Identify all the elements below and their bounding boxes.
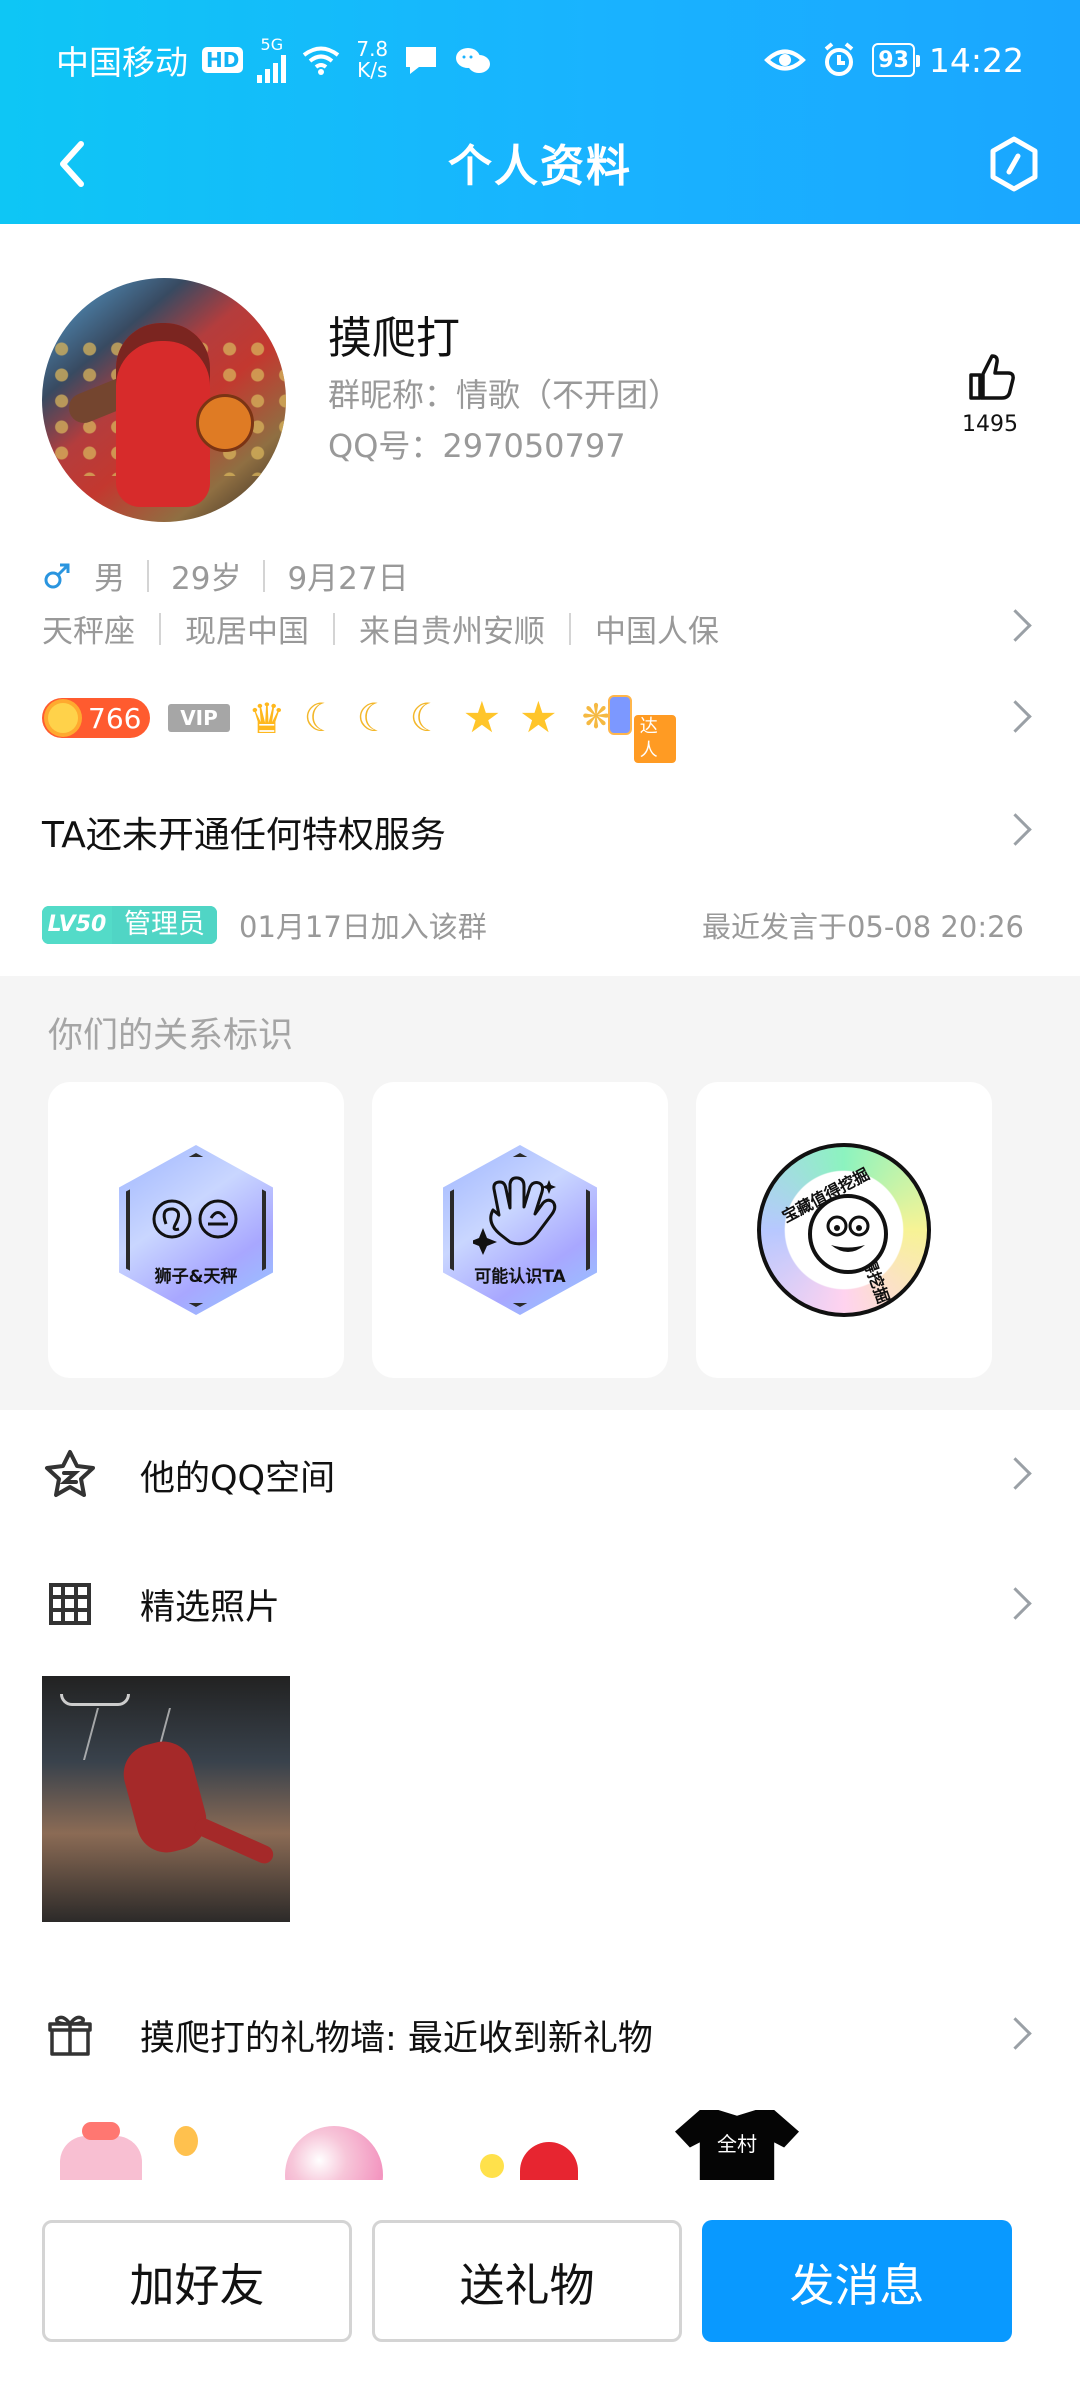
group-nickname: 群昵称：情歌（不开团） (328, 376, 681, 414)
gift-wall-label: 摸爬打的礼物墙: 最近收到新礼物 (140, 2018, 653, 2059)
gift-small-icon (480, 2154, 504, 2178)
relationship-card[interactable]: 狮子&天秤 (48, 1082, 344, 1378)
gift-preview-row[interactable]: 全村 (0, 2108, 1080, 2180)
vip-badge: VIP (168, 704, 230, 732)
moon-icon: ☾ (303, 695, 339, 741)
gift-wall-chevron-icon[interactable] (1004, 2017, 1026, 2051)
moon-icon: ☾ (356, 695, 392, 741)
group-member-info: LV50 管理员 01月17日加入该群 最近发言于05-08 20:26 (42, 902, 1038, 948)
wechat-icon (456, 48, 491, 73)
profile-screen: 中国移动 HD 5G 7.8 K/s 93 14:22 个人资料 摸爬打 群昵称… (0, 0, 1080, 2388)
current-location: 现居中国 (185, 614, 309, 650)
qq-space-label: 他的QQ空间 (140, 1458, 336, 1499)
featured-photo-thumbnail[interactable] (42, 1676, 290, 1922)
relationship-label: 可能认识TA (474, 1267, 566, 1287)
gift-ball-icon (285, 2126, 383, 2180)
leo-libra-symbols-icon (152, 1199, 238, 1239)
group-level-tag: LV50 管理员 (42, 906, 217, 944)
age: 29岁 (171, 561, 242, 597)
page-title: 个人资料 (448, 141, 632, 192)
male-icon (44, 563, 70, 588)
zodiac-relation-icon: 狮子&天秤 (119, 1145, 273, 1315)
relationship-card[interactable]: 宝藏值得挖掘 宝藏值得挖掘 (696, 1082, 992, 1378)
send-gift-button[interactable]: 送礼物 (372, 2220, 682, 2342)
hd-icon: HD (202, 47, 244, 73)
nav-bar: 个人资料 (0, 118, 1080, 208)
badges-chevron-icon[interactable] (1004, 700, 1026, 734)
add-friend-button[interactable]: 加好友 (42, 2220, 352, 2342)
qq-number: QQ号：297050797 (328, 427, 626, 465)
gender: 男 (94, 561, 125, 597)
status-left: 中国移动 HD 5G 7.8 K/s (56, 36, 492, 84)
basic-info-row: 男 29岁 9月27日 (42, 553, 409, 598)
birthday: 9月27日 (287, 561, 409, 597)
eye-icon (764, 49, 807, 71)
gift-hat-icon (520, 2142, 578, 2180)
user-avatar[interactable] (42, 278, 286, 522)
smiling-face-icon (808, 1194, 888, 1274)
battery-icon: 93 (872, 43, 920, 77)
recent-speak-time: 最近发言于05-08 20:26 (701, 910, 1024, 944)
status-bar: 中国移动 HD 5G 7.8 K/s 93 14:22 (56, 30, 1024, 90)
privilege-status[interactable]: TA还未开通任何特权服务 (42, 806, 446, 858)
gift-shirt-icon: 全村 (675, 2110, 799, 2180)
thumbs-up-icon (969, 354, 1015, 400)
qq-space-item[interactable]: 他的QQ空间 (42, 1440, 335, 1510)
gift-wall-item[interactable]: 摸爬打的礼物墙: 最近收到新礼物 (42, 2000, 653, 2070)
star-icon: ★ (462, 693, 502, 743)
alarm-icon (824, 42, 854, 76)
crown-icon: ♛ (248, 693, 286, 743)
chat-notification-icon (406, 47, 437, 74)
bottom-action-bar: 加好友 送礼物 发消息 (0, 2198, 1080, 2388)
gift-jar-icon (60, 2122, 142, 2180)
app-header: 中国移动 HD 5G 7.8 K/s 93 14:22 个人资料 (0, 0, 1080, 224)
details-chevron-icon[interactable] (1004, 609, 1026, 643)
gift-icon (42, 2007, 98, 2063)
profile-settings-button[interactable] (978, 128, 1050, 200)
star-icon: ★ (519, 693, 558, 743)
relationship-label: 狮子&天秤 (154, 1267, 238, 1287)
carrier-name: 中国移动 (56, 43, 188, 82)
hometown: 来自贵州安顺 (359, 614, 545, 650)
badge-row[interactable]: 766 VIP ♛ ☾ ☾ ☾ ★ ★ ❋ 达人 (42, 693, 676, 763)
send-message-button[interactable]: 发消息 (702, 2220, 1012, 2342)
gift-decoration-icon (174, 2126, 198, 2156)
profile-name: 摸爬打 (328, 313, 460, 364)
featured-photos-label: 精选照片 (140, 1587, 281, 1628)
wifi-icon (303, 46, 340, 75)
like-button[interactable]: 1495 (948, 352, 1032, 437)
qq-space-chevron-icon[interactable] (1004, 1457, 1026, 1491)
possible-acquaintance-icon: 可能认识TA (443, 1145, 597, 1315)
status-right: 93 14:22 (764, 41, 1024, 80)
expert-badge: ❋ 达人 (576, 693, 676, 763)
treasure-relation-icon: 宝藏值得挖掘 宝藏值得挖掘 (757, 1143, 931, 1317)
featured-photos-item[interactable]: 精选照片 (42, 1569, 280, 1639)
battery-level: 93 (878, 47, 909, 73)
waving-hand-icon (473, 1176, 557, 1255)
network-speed: 7.8 K/s (356, 37, 389, 82)
clock: 14:22 (928, 40, 1024, 80)
privilege-chevron-icon[interactable] (1004, 813, 1026, 847)
zodiac: 天秤座 (42, 614, 135, 650)
network-signal-icon: 5G (257, 37, 287, 83)
profile-details-row[interactable]: 天秤座 现居中国 来自贵州安顺 中国人保 (42, 606, 719, 651)
joined-date: 01月17日加入该群 (239, 910, 487, 944)
featured-photos-chevron-icon[interactable] (1004, 1587, 1026, 1621)
hexagon-settings-icon (990, 136, 1038, 192)
company: 中国人保 (595, 614, 719, 650)
moon-icon: ☾ (409, 695, 445, 741)
qq-space-star-icon (42, 1447, 98, 1503)
grid-icon (42, 1576, 98, 1632)
relationship-title: 你们的关系标识 (48, 1016, 294, 1056)
like-count: 1495 (962, 412, 1018, 437)
sun-level-badge: 766 (42, 698, 150, 738)
relationship-card[interactable]: 可能认识TA (372, 1082, 668, 1378)
